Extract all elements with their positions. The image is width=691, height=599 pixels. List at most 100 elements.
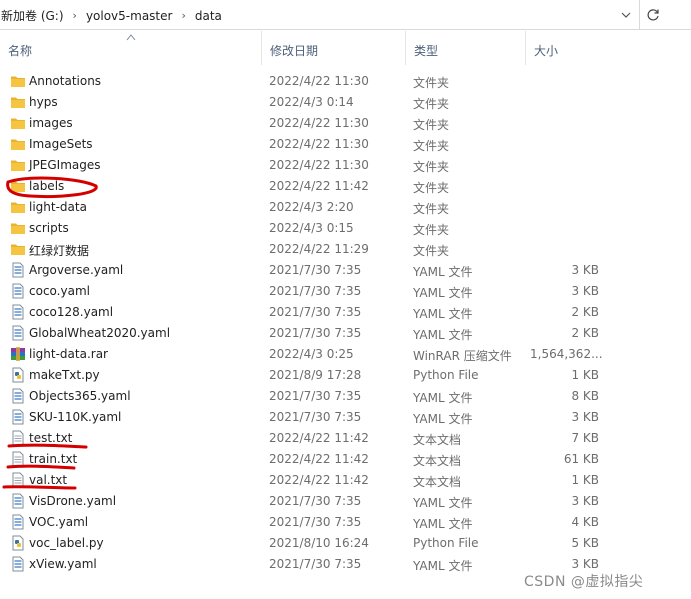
column-header: 名称 修改日期 类型 大小 (0, 31, 691, 65)
file-size: 5 KB (571, 536, 599, 550)
file-row[interactable]: val.txt 2022/4/22 11:42 文本文档 1 KB (0, 470, 620, 491)
file-row[interactable]: hyps 2022/4/3 0:14 文件夹 (0, 92, 620, 113)
file-type: YAML 文件 (413, 517, 473, 531)
file-modified-date: 2021/7/30 7:35 (269, 326, 362, 340)
yaml-file-icon (10, 283, 26, 299)
folder-icon (10, 178, 26, 194)
address-history-dropdown[interactable] (613, 0, 639, 30)
file-type: YAML 文件 (413, 559, 473, 573)
file-type: 文件夹 (413, 97, 450, 111)
file-row[interactable]: VisDrone.yaml 2021/7/30 7:35 YAML 文件 3 KB (0, 491, 620, 512)
file-size: 3 KB (571, 284, 599, 298)
file-name: labels (29, 179, 65, 193)
file-row[interactable]: JPEGImages 2022/4/22 11:30 文件夹 (0, 155, 620, 176)
file-row[interactable]: Argoverse.yaml 2021/7/30 7:35 YAML 文件 3 KB (0, 260, 620, 281)
file-type: 文件夹 (413, 139, 450, 153)
file-type: YAML 文件 (413, 328, 473, 342)
file-name: images (29, 116, 73, 130)
folder-icon (10, 241, 26, 257)
file-row[interactable]: coco.yaml 2021/7/30 7:35 YAML 文件 3 KB (0, 281, 620, 302)
yaml-file-icon (10, 304, 26, 320)
file-type: 文件夹 (413, 76, 450, 90)
breadcrumb-drive[interactable]: 新加卷 (G:) (0, 7, 65, 24)
column-size[interactable]: 大小 (525, 31, 607, 65)
file-row[interactable]: images 2022/4/22 11:30 文件夹 (0, 113, 620, 134)
text-file-icon (10, 430, 26, 446)
file-row[interactable]: light-data 2022/4/3 2:20 文件夹 (0, 197, 620, 218)
breadcrumb-separator-icon[interactable]: › (181, 9, 185, 22)
file-type: YAML 文件 (413, 496, 473, 510)
file-modified-date: 2022/4/3 0:15 (269, 221, 354, 235)
file-modified-date: 2022/4/22 11:42 (269, 179, 369, 193)
breadcrumb-separator-icon[interactable]: › (73, 9, 77, 22)
chevron-down-icon (621, 12, 631, 18)
file-row[interactable]: coco128.yaml 2021/7/30 7:35 YAML 文件 2 KB (0, 302, 620, 323)
file-name: light-data.rar (29, 347, 108, 361)
file-row[interactable]: labels 2022/4/22 11:42 文件夹 (0, 176, 620, 197)
text-file-icon (10, 472, 26, 488)
file-row[interactable]: scripts 2022/4/3 0:15 文件夹 (0, 218, 620, 239)
file-row[interactable]: GlobalWheat2020.yaml 2021/7/30 7:35 YAML 文… (0, 323, 620, 344)
file-modified-date: 2022/4/22 11:42 (269, 431, 369, 445)
file-type: WinRAR 压缩文件 (413, 349, 512, 363)
file-name: Argoverse.yaml (29, 263, 124, 277)
file-modified-date: 2021/7/30 7:35 (269, 515, 362, 529)
file-size: 3 KB (571, 410, 599, 424)
file-name: xView.yaml (29, 557, 97, 571)
file-row[interactable]: VOC.yaml 2021/7/30 7:35 YAML 文件 4 KB (0, 512, 620, 533)
file-modified-date: 2021/7/30 7:35 (269, 494, 362, 508)
file-modified-date: 2021/7/30 7:35 (269, 305, 362, 319)
file-modified-date: 2022/4/22 11:30 (269, 74, 369, 88)
rar-archive-icon (10, 346, 26, 362)
file-type: YAML 文件 (413, 307, 473, 321)
file-row[interactable]: voc_label.py 2021/8/10 16:24 Python File 5 … (0, 533, 620, 554)
folder-icon (10, 136, 26, 152)
column-type[interactable]: 类型 (405, 31, 525, 65)
file-row[interactable]: Objects365.yaml 2021/7/30 7:35 YAML 文件 8 KB (0, 386, 620, 407)
file-name: light-data (29, 200, 87, 214)
file-name: SKU-110K.yaml (29, 410, 122, 424)
file-name: voc_label.py (29, 536, 104, 550)
breadcrumb-data[interactable]: data (194, 9, 223, 23)
file-row[interactable]: SKU-110K.yaml 2021/7/30 7:35 YAML 文件 3 KB (0, 407, 620, 428)
file-type: Python File (413, 536, 479, 550)
file-type: YAML 文件 (413, 286, 473, 300)
file-type: 文件夹 (413, 244, 450, 258)
file-type: 文本文档 (413, 433, 462, 447)
file-name: makeTxt.py (29, 368, 100, 382)
file-row[interactable]: ImageSets 2022/4/22 11:30 文件夹 (0, 134, 620, 155)
file-modified-date: 2021/7/30 7:35 (269, 389, 362, 403)
file-modified-date: 2021/8/9 17:28 (269, 368, 362, 382)
file-row[interactable]: light-data.rar 2022/4/3 0:25 WinRAR 压缩文件 1,… (0, 344, 620, 365)
file-name: coco.yaml (29, 284, 90, 298)
file-name: GlobalWheat2020.yaml (29, 326, 171, 340)
address-bar[interactable]: 新加卷 (G:) › yolov5-master › data (0, 0, 691, 30)
csdn-watermark: CSDN @虚拟指尖 (524, 574, 644, 590)
folder-icon (10, 157, 26, 173)
file-modified-date: 2022/4/22 11:42 (269, 473, 369, 487)
file-name: hyps (29, 95, 58, 109)
breadcrumb-yolov5-master[interactable]: yolov5-master (85, 9, 174, 23)
file-modified-date: 2021/7/30 7:35 (269, 410, 362, 424)
file-row[interactable]: makeTxt.py 2021/8/9 17:28 Python File 1 KB (0, 365, 620, 386)
file-type: YAML 文件 (413, 265, 473, 279)
yaml-file-icon (10, 514, 26, 530)
file-row[interactable]: Annotations 2022/4/22 11:30 文件夹 (0, 71, 620, 92)
file-type: YAML 文件 (413, 391, 473, 405)
file-row[interactable]: 红绿灯数据 2022/4/22 11:29 文件夹 (0, 239, 620, 260)
file-type: 文本文档 (413, 454, 462, 468)
file-row[interactable]: train.txt 2022/4/22 11:42 文本文档 61 KB (0, 449, 620, 470)
file-size: 2 KB (571, 305, 599, 319)
file-name: VisDrone.yaml (29, 494, 117, 508)
column-modified[interactable]: 修改日期 (261, 31, 405, 65)
file-name: Objects365.yaml (29, 389, 131, 403)
file-size: 3 KB (571, 263, 599, 277)
file-size: 3 KB (571, 557, 599, 571)
file-name: VOC.yaml (29, 515, 89, 529)
refresh-button[interactable] (639, 0, 666, 30)
file-modified-date: 2022/4/22 11:30 (269, 137, 369, 151)
file-name: ImageSets (29, 137, 93, 151)
file-row[interactable]: test.txt 2022/4/22 11:42 文本文档 7 KB (0, 428, 620, 449)
yaml-file-icon (10, 556, 26, 572)
file-name: train.txt (29, 452, 78, 466)
